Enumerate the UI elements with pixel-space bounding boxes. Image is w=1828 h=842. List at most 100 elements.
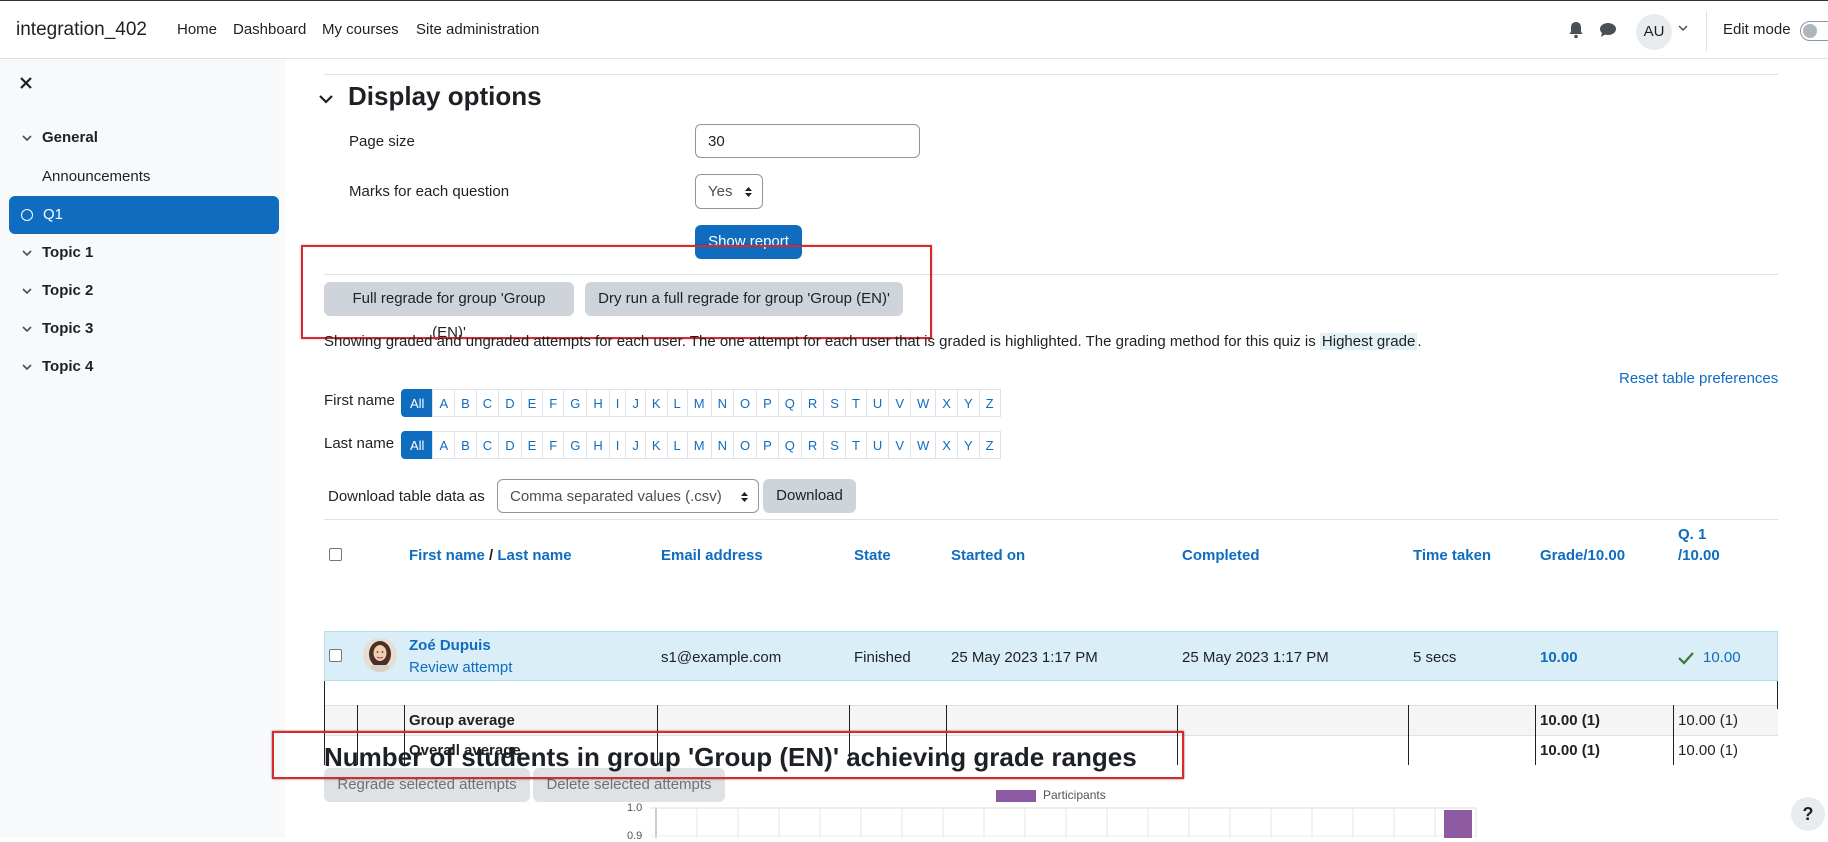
last-initial-b[interactable]: B: [454, 431, 477, 459]
last-initial-y[interactable]: Y: [956, 431, 980, 459]
help-button[interactable]: ?: [1791, 797, 1825, 831]
first-initial-j[interactable]: J: [625, 389, 646, 417]
first-initial-m[interactable]: M: [686, 389, 712, 417]
select-all-checkbox[interactable]: [329, 548, 342, 561]
last-initial-n[interactable]: N: [710, 431, 734, 459]
sort-completed[interactable]: Completed: [1182, 547, 1260, 564]
row-checkbox[interactable]: [329, 649, 342, 662]
last-initial-w[interactable]: W: [909, 431, 937, 459]
first-initial-s[interactable]: S: [823, 389, 846, 417]
first-initial-o[interactable]: O: [732, 389, 758, 417]
first-initial-all[interactable]: All: [401, 389, 434, 417]
last-initial-g[interactable]: G: [563, 431, 588, 459]
last-initial-p[interactable]: P: [756, 431, 779, 459]
last-initial-e[interactable]: E: [520, 431, 544, 459]
sidebar-section-topic-4[interactable]: Topic 4: [20, 358, 93, 375]
last-initial-r[interactable]: R: [800, 431, 825, 459]
review-attempt-link[interactable]: Review attempt: [409, 659, 512, 676]
sidebar-section-general[interactable]: General: [20, 129, 98, 146]
sort-last-name[interactable]: Last name: [497, 547, 571, 564]
first-initial-q[interactable]: Q: [777, 389, 802, 417]
first-initial-w[interactable]: W: [909, 389, 937, 417]
first-initial-u[interactable]: U: [865, 389, 890, 417]
last-initial-d[interactable]: D: [498, 431, 522, 459]
nav-home[interactable]: Home: [177, 21, 217, 38]
last-initial-l[interactable]: L: [666, 431, 688, 459]
nav-my-courses[interactable]: My courses: [322, 21, 399, 38]
last-initial-v[interactable]: V: [888, 431, 911, 459]
sort-q1[interactable]: Q. 1: [1678, 526, 1706, 543]
first-initial-f[interactable]: F: [542, 389, 565, 417]
first-initial-p[interactable]: P: [756, 389, 779, 417]
last-initial-c[interactable]: C: [475, 431, 500, 459]
first-initial-i[interactable]: I: [608, 389, 627, 417]
sort-email[interactable]: Email address: [661, 547, 763, 564]
last-initial-m[interactable]: M: [686, 431, 712, 459]
last-initial-o[interactable]: O: [732, 431, 758, 459]
nav-site-administration[interactable]: Site administration: [416, 21, 539, 38]
sidebar-section-topic-1[interactable]: Topic 1: [20, 244, 93, 261]
avatar[interactable]: [363, 638, 397, 672]
user-avatar[interactable]: AU: [1636, 14, 1672, 50]
sidebar-section-topic-2[interactable]: Topic 2: [20, 282, 93, 299]
first-initial-b[interactable]: B: [454, 389, 477, 417]
last-initial-h[interactable]: H: [586, 431, 610, 459]
sidebar-item-q1[interactable]: Q1: [9, 196, 279, 234]
first-initial-n[interactable]: N: [710, 389, 734, 417]
sidebar-item-announcements[interactable]: Announcements: [42, 168, 150, 185]
first-initial-x[interactable]: X: [935, 389, 958, 417]
display-options-heading[interactable]: Display options: [319, 81, 542, 112]
download-button[interactable]: Download: [763, 479, 856, 513]
first-initial-r[interactable]: R: [800, 389, 825, 417]
section-title-text: Display options: [348, 81, 542, 111]
site-brand[interactable]: integration_402: [16, 19, 147, 41]
q1-max-label[interactable]: /10.00: [1678, 547, 1720, 564]
reset-table-preferences-link[interactable]: Reset table preferences: [1619, 370, 1778, 387]
first-name-initials-bar: All A B C D E F G H I J K L M N O P Q R S T U V W X Y Z: [401, 389, 1001, 417]
bell-icon[interactable]: [1566, 20, 1586, 40]
row-divider: [324, 705, 1778, 706]
last-initial-j[interactable]: J: [625, 431, 646, 459]
chat-icon[interactable]: [1598, 20, 1618, 40]
first-initial-l[interactable]: L: [666, 389, 688, 417]
download-format-select[interactable]: Comma separated values (.csv): [497, 479, 759, 513]
first-initial-v[interactable]: V: [888, 389, 911, 417]
last-initial-u[interactable]: U: [865, 431, 890, 459]
last-initial-i[interactable]: I: [608, 431, 627, 459]
first-initial-a[interactable]: A: [432, 389, 456, 417]
last-initial-all[interactable]: All: [401, 431, 434, 459]
nav-dashboard[interactable]: Dashboard: [233, 21, 306, 38]
first-initial-g[interactable]: G: [563, 389, 588, 417]
first-initial-z[interactable]: Z: [978, 389, 1001, 417]
sidebar-section-topic-3[interactable]: Topic 3: [20, 320, 93, 337]
close-icon[interactable]: [18, 75, 34, 91]
sort-state[interactable]: State: [854, 547, 891, 564]
q1-cell-link[interactable]: 10.00: [1703, 649, 1741, 666]
sort-time-taken[interactable]: Time taken: [1413, 547, 1491, 564]
last-initial-a[interactable]: A: [432, 431, 456, 459]
marks-select[interactable]: Yes: [695, 174, 763, 209]
last-initial-z[interactable]: Z: [978, 431, 1001, 459]
last-initial-f[interactable]: F: [542, 431, 565, 459]
overall-average-q1: 10.00 (1): [1678, 742, 1739, 759]
page-size-input[interactable]: 30: [695, 124, 920, 158]
first-initial-d[interactable]: D: [498, 389, 522, 417]
first-initial-e[interactable]: E: [520, 389, 544, 417]
first-initial-y[interactable]: Y: [956, 389, 980, 417]
last-initial-x[interactable]: X: [935, 431, 958, 459]
edit-mode-toggle[interactable]: [1800, 21, 1828, 41]
student-name-link[interactable]: Zoé Dupuis: [409, 637, 491, 654]
chevron-down-icon[interactable]: [1678, 23, 1688, 33]
last-initial-s[interactable]: S: [823, 431, 846, 459]
first-initial-t[interactable]: T: [844, 389, 867, 417]
last-initial-q[interactable]: Q: [777, 431, 802, 459]
last-initial-k[interactable]: K: [644, 431, 668, 459]
grade-cell-link[interactable]: 10.00: [1540, 649, 1578, 666]
first-initial-h[interactable]: H: [586, 389, 610, 417]
first-initial-k[interactable]: K: [644, 389, 668, 417]
first-initial-c[interactable]: C: [475, 389, 500, 417]
sort-first-name[interactable]: First name: [409, 547, 485, 564]
last-initial-t[interactable]: T: [844, 431, 867, 459]
sort-grade[interactable]: Grade/10.00: [1540, 547, 1625, 564]
sort-started-on[interactable]: Started on: [951, 547, 1025, 564]
